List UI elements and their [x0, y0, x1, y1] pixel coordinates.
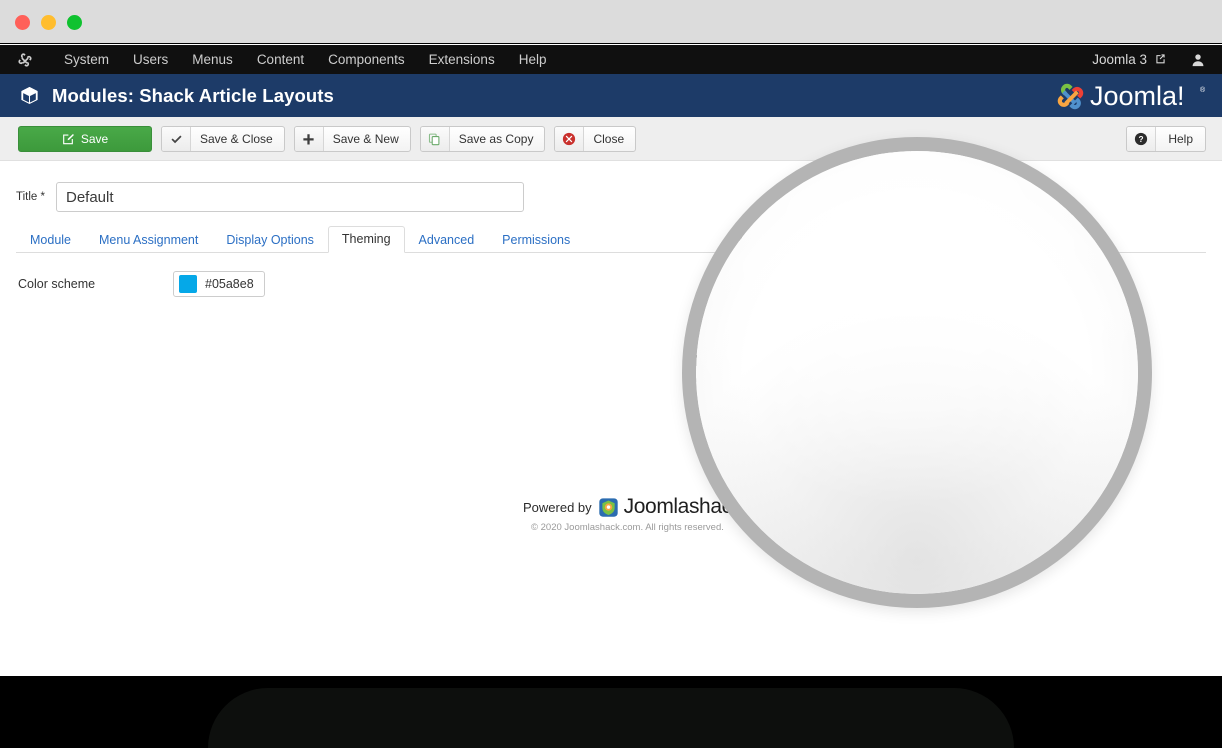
- window-minimize-button[interactable]: [41, 15, 56, 30]
- color-scheme-input[interactable]: #05a8e8: [173, 271, 265, 297]
- cube-icon: [18, 85, 40, 107]
- admin-menubar: System Users Menus Content Components Ex…: [0, 45, 1222, 74]
- menu-item-content[interactable]: Content: [245, 45, 316, 74]
- menu-item-menus[interactable]: Menus: [180, 45, 245, 74]
- magnified-toolbar-divider: [696, 191, 1138, 192]
- color-scheme-row: Color scheme #05a8e8: [18, 271, 265, 297]
- magnified-brand-fragment: ha: [688, 349, 712, 371]
- magnified-title-input[interactable]: Default: [780, 214, 1120, 255]
- save-button[interactable]: Save: [18, 126, 152, 152]
- close-button-label: Close: [593, 132, 625, 146]
- tab-menu-assignment[interactable]: Menu Assignment: [85, 227, 212, 253]
- powered-by-label: Powered by: [523, 499, 592, 515]
- site-link-label[interactable]: Joomla 3: [1092, 52, 1147, 67]
- menu-item-users[interactable]: Users: [121, 45, 180, 74]
- menu-item-system[interactable]: System: [52, 45, 121, 74]
- help-button-label: Help: [1168, 132, 1193, 146]
- device-shadow: [208, 688, 1014, 748]
- user-icon[interactable]: [1190, 52, 1206, 68]
- svg-text:Joomla!: Joomla!: [1090, 81, 1185, 111]
- magnified-color-scheme-input[interactable]: #05a8e8: [968, 370, 1114, 411]
- help-button[interactable]: ? Help: [1126, 126, 1206, 152]
- close-circle-icon: [555, 127, 585, 151]
- browser-window: System Users Menus Content Components Ex…: [0, 0, 1222, 676]
- magnified-copyright-fragment: sen: [684, 375, 697, 384]
- color-swatch[interactable]: [179, 275, 197, 293]
- svg-text:?: ?: [1139, 134, 1144, 144]
- footer-copyright: © 2020 Joomlashack.com. All rights reser…: [531, 522, 724, 533]
- screenshot-root: System Users Menus Content Components Ex…: [0, 0, 1222, 748]
- magnified-tabs: Module Menu Assignment Display Options: [720, 303, 1138, 327]
- tab-module[interactable]: Module: [16, 227, 85, 253]
- magnified-color-scheme-label: Color scheme: [716, 386, 846, 409]
- save-button-label: Save: [80, 132, 109, 146]
- svg-text:®: ®: [1200, 86, 1206, 94]
- tab-advanced[interactable]: Advanced: [405, 227, 489, 253]
- browser-titlebar: [0, 0, 1222, 44]
- magnified-tab-divider: [706, 341, 1136, 342]
- external-link-icon[interactable]: [1155, 52, 1166, 67]
- color-scheme-value: #05a8e8: [205, 277, 254, 291]
- color-scheme-label: Color scheme: [18, 277, 96, 291]
- title-input[interactable]: [56, 182, 524, 212]
- magnified-title-required-marker: *: [738, 234, 745, 253]
- plus-icon: [294, 127, 324, 151]
- check-icon: [162, 127, 191, 151]
- joomla-brand-logo: Joomla! ®: [1054, 80, 1212, 112]
- tab-theming[interactable]: Theming: [327, 226, 405, 253]
- magnifier-content: * Default Module Menu Assignment Display…: [696, 151, 1138, 594]
- copy-icon: [420, 127, 450, 151]
- save-close-button[interactable]: Save & Close: [161, 126, 285, 152]
- save-new-button[interactable]: Save & New: [293, 126, 411, 152]
- magnified-tab-display-options[interactable]: Display Options: [1028, 303, 1138, 327]
- tab-display-options[interactable]: Display Options: [212, 227, 328, 253]
- menu-item-components[interactable]: Components: [316, 45, 417, 74]
- magnified-tab-menu-assignment[interactable]: Menu Assignment: [825, 303, 992, 327]
- magnified-color-scheme-value: #05a8e8: [1016, 377, 1102, 403]
- window-maximize-button[interactable]: [67, 15, 82, 30]
- title-label: Title *: [16, 191, 45, 203]
- magnified-color-swatch[interactable]: [976, 375, 1006, 406]
- magnifier-lens: * Default Module Menu Assignment Display…: [682, 137, 1152, 608]
- joomlashack-shield-icon: [598, 497, 619, 518]
- save-close-button-label: Save & Close: [200, 132, 273, 146]
- page-header: Modules: Shack Article Layouts Joomla! ®: [0, 74, 1222, 117]
- pencil-square-icon: [62, 127, 74, 151]
- save-as-copy-button[interactable]: Save as Copy: [419, 126, 546, 152]
- page-title: Modules: Shack Article Layouts: [52, 84, 334, 106]
- menu-item-extensions[interactable]: Extensions: [417, 45, 507, 74]
- menu-item-help[interactable]: Help: [507, 45, 559, 74]
- caret-down-icon: [858, 151, 872, 157]
- title-field-row: Title *: [16, 182, 524, 212]
- window-close-button[interactable]: [15, 15, 30, 30]
- close-button[interactable]: Close: [554, 126, 637, 152]
- save-as-copy-button-label: Save as Copy: [458, 132, 534, 146]
- save-new-button-label: Save & New: [332, 132, 399, 146]
- question-circle-icon: ?: [1127, 127, 1157, 151]
- joomla-logo-icon[interactable]: [16, 51, 34, 69]
- magnified-tab-module[interactable]: Module: [720, 303, 789, 327]
- tab-permissions[interactable]: Permissions: [488, 227, 584, 253]
